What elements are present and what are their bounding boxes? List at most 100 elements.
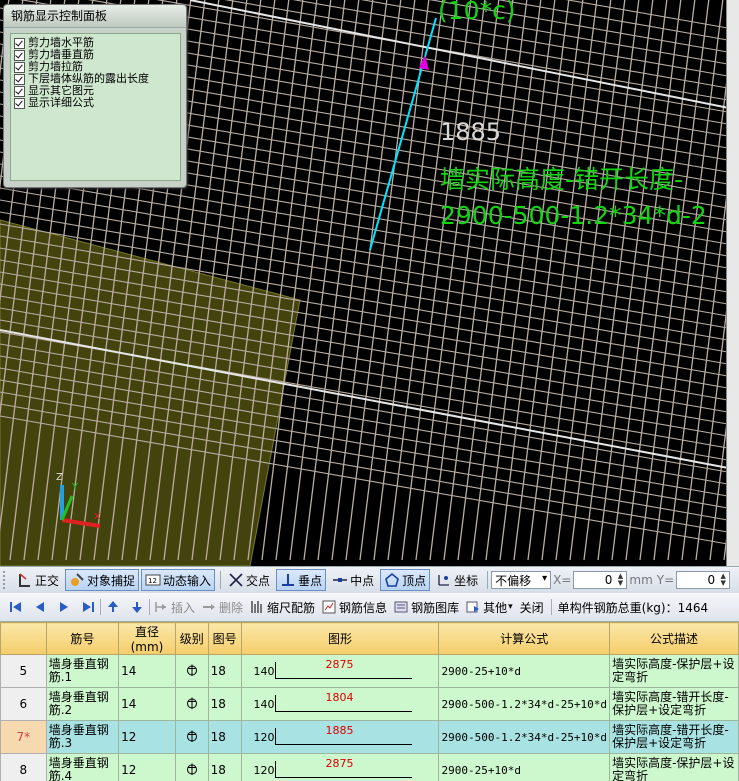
object-snap-button[interactable]: 对象捕捉 [65, 569, 140, 591]
grade-cell[interactable] [174, 687, 209, 721]
row-number[interactable]: 6 [0, 687, 47, 721]
object-snap-label: 对象捕捉 [87, 573, 136, 588]
midpoint-button[interactable]: 中点 [328, 569, 378, 591]
ortho-button[interactable]: 正交 [13, 569, 63, 591]
rebar-line [471, 0, 542, 561]
intersection-button[interactable]: 交点 [224, 569, 274, 591]
insert-button[interactable]: 插入 [154, 599, 195, 616]
diameter-cell[interactable]: 12 [118, 753, 176, 781]
grade-cell[interactable] [174, 654, 209, 688]
option-show-detailed-formula[interactable]: 显示详细公式 [11, 97, 180, 109]
grade-cell[interactable] [174, 720, 209, 754]
scale-rebar-button[interactable]: 缩尺配筋 [250, 599, 315, 616]
drawing-number-cell[interactable]: 18 [207, 720, 242, 754]
x-spinner-icon[interactable]: ▲ ▼ [615, 573, 625, 587]
move-up-icon[interactable] [106, 600, 120, 614]
y-coordinate-input[interactable]: 0 ▲ ▼ [676, 571, 731, 589]
table-row[interactable]: 8 墙身垂直钢筋.4 12 18 120 2875 2900-25+10*d 墙实… [0, 753, 739, 781]
column-header[interactable]: 图形 [240, 622, 440, 655]
rebar-line [527, 0, 598, 561]
rebar-name: 墙身垂直钢筋.1 [48, 657, 109, 684]
checkbox[interactable] [14, 73, 25, 85]
checkbox[interactable] [14, 97, 25, 109]
total-weight-label: 单构件钢筋总重(kg)：1464 [557, 600, 709, 615]
formula-cell[interactable]: 2900-25+10*d [438, 654, 611, 688]
close-button[interactable]: 关闭 [520, 599, 544, 616]
control-panel-title[interactable]: 钢筋显示控制面板 [4, 5, 186, 28]
drawing-number-cell[interactable]: 18 [207, 654, 242, 688]
row-number[interactable]: 7* [0, 720, 47, 754]
option-label: 显示详细公式 [28, 96, 94, 109]
rebar-library-button[interactable]: 钢筋图库 [394, 599, 459, 616]
rebar-info-button[interactable]: 钢筋信息 [322, 599, 387, 616]
row-number[interactable]: 8 [0, 753, 47, 781]
chevron-down-icon: ▾ [508, 602, 513, 612]
offset-mode-select[interactable]: 不偏移 [491, 571, 552, 589]
rebar-name-cell[interactable]: 墙身垂直钢筋.4 [45, 753, 120, 781]
column-header[interactable]: 公式描述 [609, 622, 739, 655]
diameter-cell[interactable]: 14 [118, 687, 176, 721]
viewport-right-scroll-strip[interactable] [726, 0, 739, 566]
other-menu-button[interactable]: 其他 ▾ [466, 599, 513, 616]
drawing-number-cell[interactable]: 18 [207, 687, 242, 721]
formula-cell[interactable]: 2900-25+10*d [438, 753, 611, 781]
rebar-name-cell[interactable]: 墙身垂直钢筋.2 [45, 687, 120, 721]
offset-mode-value: 不偏移 [495, 573, 532, 588]
formula-description-cell[interactable]: 墙实际高度-保护层+设定弯折 [609, 654, 739, 688]
formula-description-cell[interactable]: 墙实际高度-错开长度-保护层+设定弯折 [609, 687, 739, 721]
column-header[interactable]: 级别 [174, 622, 209, 655]
column-header[interactable]: 筋号 [45, 622, 120, 655]
previous-record-icon[interactable] [33, 600, 47, 614]
drawing-number-cell[interactable]: 18 [207, 753, 242, 781]
checkbox[interactable] [14, 61, 25, 73]
first-record-icon[interactable] [9, 600, 23, 614]
shape-cell[interactable]: 120 2875 [240, 753, 440, 781]
shape-bend-length: 120 [253, 731, 275, 744]
shape-cell[interactable]: 120 1885 [240, 720, 440, 754]
vertex-button[interactable]: 顶点 [380, 569, 431, 591]
x-coordinate-input[interactable]: 0 ▲ ▼ [573, 571, 628, 589]
perpendicular-button[interactable]: 垂点 [276, 569, 327, 591]
scale-rebar-icon [251, 601, 262, 613]
checkbox[interactable] [14, 49, 25, 61]
svg-text:12: 12 [148, 577, 157, 585]
object-snap-icon [71, 573, 84, 586]
next-record-icon[interactable] [57, 600, 71, 614]
last-record-icon[interactable] [81, 600, 95, 614]
formula-description-cell[interactable]: 墙实际高度-保护层+设定弯折 [609, 753, 739, 781]
shape-cell[interactable]: 140 1804 [240, 687, 440, 721]
column-header[interactable]: 直径(mm) [118, 622, 176, 655]
toolbar-grip[interactable] [3, 571, 13, 589]
dynamic-input-button[interactable]: 12 动态输入 [141, 569, 216, 591]
formula-cell[interactable]: 2900-500-1.2*34*d-25+10*d [438, 720, 611, 754]
move-down-icon[interactable] [130, 600, 144, 614]
delete-button[interactable]: 删除 [202, 599, 243, 616]
table-row[interactable]: 5 墙身垂直钢筋.1 14 18 140 2875 2900-25+10*d 墙实… [0, 654, 739, 688]
rebar-name-cell[interactable]: 墙身垂直钢筋.1 [45, 654, 120, 688]
y-spinner-icon[interactable]: ▲ ▼ [718, 573, 728, 587]
grade-cell[interactable] [174, 753, 209, 781]
checkbox[interactable] [14, 37, 25, 49]
rebar-name: 墙身垂直钢筋.2 [48, 690, 109, 717]
rebar-name-cell[interactable]: 墙身垂直钢筋.3 [45, 720, 120, 754]
table-row-selected[interactable]: 7* 墙身垂直钢筋.3 12 18 120 1885 2900-500-1.2*3… [0, 720, 739, 754]
rebar-line [317, 0, 388, 561]
grade-hrb-symbol-icon [186, 730, 197, 742]
shape-cell[interactable]: 140 2875 [240, 654, 440, 688]
column-header[interactable]: 计算公式 [438, 622, 611, 655]
diameter-cell[interactable]: 12 [118, 720, 176, 754]
formula-description: 墙实际高度-错开长度-保护层+设定弯折 [612, 723, 729, 750]
diameter-cell[interactable]: 14 [118, 654, 176, 688]
checkbox[interactable] [14, 85, 25, 97]
formula-cell[interactable]: 2900-500-1.2*34*d-25+10*d [438, 687, 611, 721]
table-row[interactable]: 6 墙身垂直钢筋.2 14 18 140 1804 2900-500-1.2*34… [0, 687, 739, 721]
rebar-line [275, 0, 346, 561]
rebar-display-control-panel[interactable]: 钢筋显示控制面板 剪力墙水平筋 剪力墙垂直筋 剪力墙拉筋 下层墙体纵筋的露出长度… [3, 4, 187, 188]
rebar-line [387, 0, 458, 561]
formula-description-cell[interactable]: 墙实际高度-错开长度-保护层+设定弯折 [609, 720, 739, 754]
row-number[interactable]: 5 [0, 654, 47, 688]
rebar-3d-viewport[interactable]: x Z Y (10*c) 1885 墙实际高度-错开长度- 2900-500-1… [0, 0, 739, 566]
table-header-row: 筋号 直径(mm) 级别 图号 图形 计算公式 公式描述 [0, 622, 739, 655]
column-header[interactable]: 图号 [207, 622, 242, 655]
coordinate-button[interactable]: 坐标 [432, 569, 482, 591]
